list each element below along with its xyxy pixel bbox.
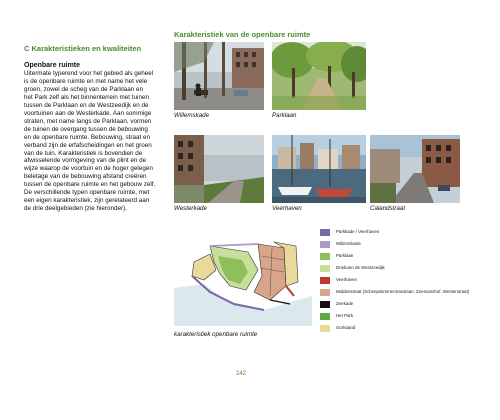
section-title-right: Karakteristiek van de openbare ruimte (174, 30, 311, 39)
legend-label: Het Park (336, 313, 354, 318)
legend-label: Middenstraat (Scheepstimmermanslaan, Zee… (336, 289, 470, 294)
text-line: Uitermate typerend voor het gebied als g… (24, 70, 154, 77)
photo-westerkade (174, 135, 264, 203)
legend-swatch (320, 241, 330, 248)
legend-label: Oorkaand (336, 325, 356, 330)
text-line: beletage van de bebouwing afstand creëre… (24, 173, 147, 181)
public-space-map (174, 226, 312, 326)
text-line: de drie deelgebieden (zie hieronder). (24, 205, 127, 213)
legend-label: Drieboen de Westzeedijk (336, 265, 385, 270)
legend-label: Veerhaven (336, 277, 357, 282)
photo-willemskade (174, 42, 264, 110)
caption-willemskade: Willemskade (174, 112, 210, 119)
caption-westerkade: Westerkade (174, 205, 207, 212)
legend-swatch (320, 253, 330, 260)
legend-label: Parkkade / Veerhaven (336, 229, 380, 234)
text-line: wijze waarop de voortuin en de hoger gel… (24, 165, 153, 173)
text-line: van de tuin. Karakteristiek is bovendien… (24, 149, 143, 157)
text-line: afwisselende vormgeving van de plint en … (24, 157, 147, 165)
caption-parklaan: Parklaan (272, 112, 297, 119)
legend-swatch (320, 265, 330, 272)
subheading: Openbare ruimte (24, 62, 81, 69)
text-line: de tuinen de overgang tussen de bebouwin… (24, 125, 148, 133)
text-line: tussen de openbare ruimte en het gebouw … (24, 181, 156, 189)
body-text: Uitermate typerend voor het gebied als g… (24, 70, 164, 213)
text-line: tussen de Parklaan en de Westzeedijk en … (24, 101, 149, 109)
legend-swatch (320, 301, 330, 308)
caption-veerhaven: Veerhaven (272, 205, 302, 212)
text-line: een eigen karakteristiek, zijn gerelatee… (24, 197, 150, 205)
legend-label: Parklaan (336, 253, 354, 258)
legend-label: Zeekade (336, 301, 354, 306)
text-line: straten, met name langs de Parklaan, vor… (24, 117, 152, 125)
text-line: verband zijn de erfafscheidingen en het … (24, 141, 152, 149)
text-line: voortuinen aan de Westerkade. Aan sommig… (24, 109, 152, 117)
photo-parklaan (272, 42, 366, 110)
caption-calandstraat: Calandstraat (370, 205, 406, 212)
text-line: en de openbare ruimte. Bebouwing, straat… (24, 133, 151, 141)
photo-veerhaven (272, 135, 366, 203)
text-line: het Park zelf als het binnenterrein met … (24, 93, 149, 101)
text-line: is de openbare ruimte en met name het ve… (24, 77, 148, 85)
legend-swatch (320, 277, 330, 284)
text-line: De verschillende typen openbare ruimte, … (24, 189, 150, 197)
legend-swatch (320, 229, 330, 236)
text-line: groen, zowel de scheg van de Parklaan en (24, 85, 144, 93)
legend-swatch (320, 289, 330, 296)
chapter-title: C Karakteristieken en kwaliteiten (24, 44, 142, 53)
map-caption: karakteristiek openbare ruimte (174, 331, 258, 338)
photo-calandstraat (370, 135, 460, 203)
legend-swatch (320, 313, 330, 320)
legend-label: Willemskade (336, 241, 361, 246)
legend-swatch (320, 325, 330, 332)
page-number: 242 (236, 371, 247, 377)
